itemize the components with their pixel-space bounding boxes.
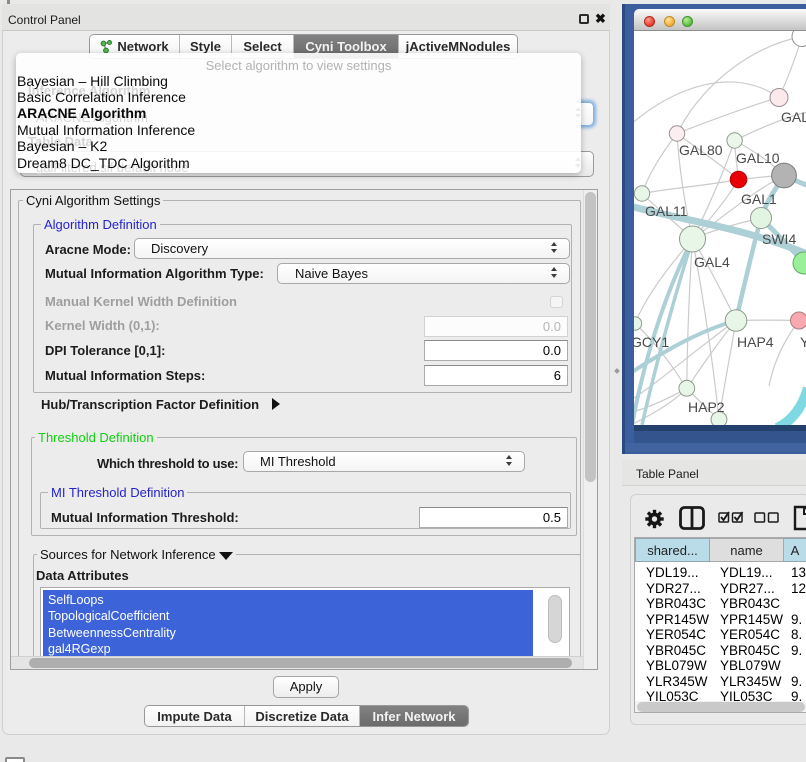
svg-text:SWI4: SWI4 xyxy=(762,231,796,247)
svg-text:GAL80: GAL80 xyxy=(679,142,723,158)
svg-text:HAP2: HAP2 xyxy=(688,399,725,415)
svg-text:GAL10: GAL10 xyxy=(736,150,780,166)
svg-text:Y: Y xyxy=(800,334,806,350)
svg-text:GAL1: GAL1 xyxy=(741,191,777,207)
svg-text:GAL11: GAL11 xyxy=(645,203,688,219)
svg-text:HAP4: HAP4 xyxy=(737,334,774,350)
svg-text:GAL4: GAL4 xyxy=(694,254,730,270)
svg-text:GAL7: GAL7 xyxy=(781,109,806,125)
svg-text:GCY1: GCY1 xyxy=(634,334,669,350)
